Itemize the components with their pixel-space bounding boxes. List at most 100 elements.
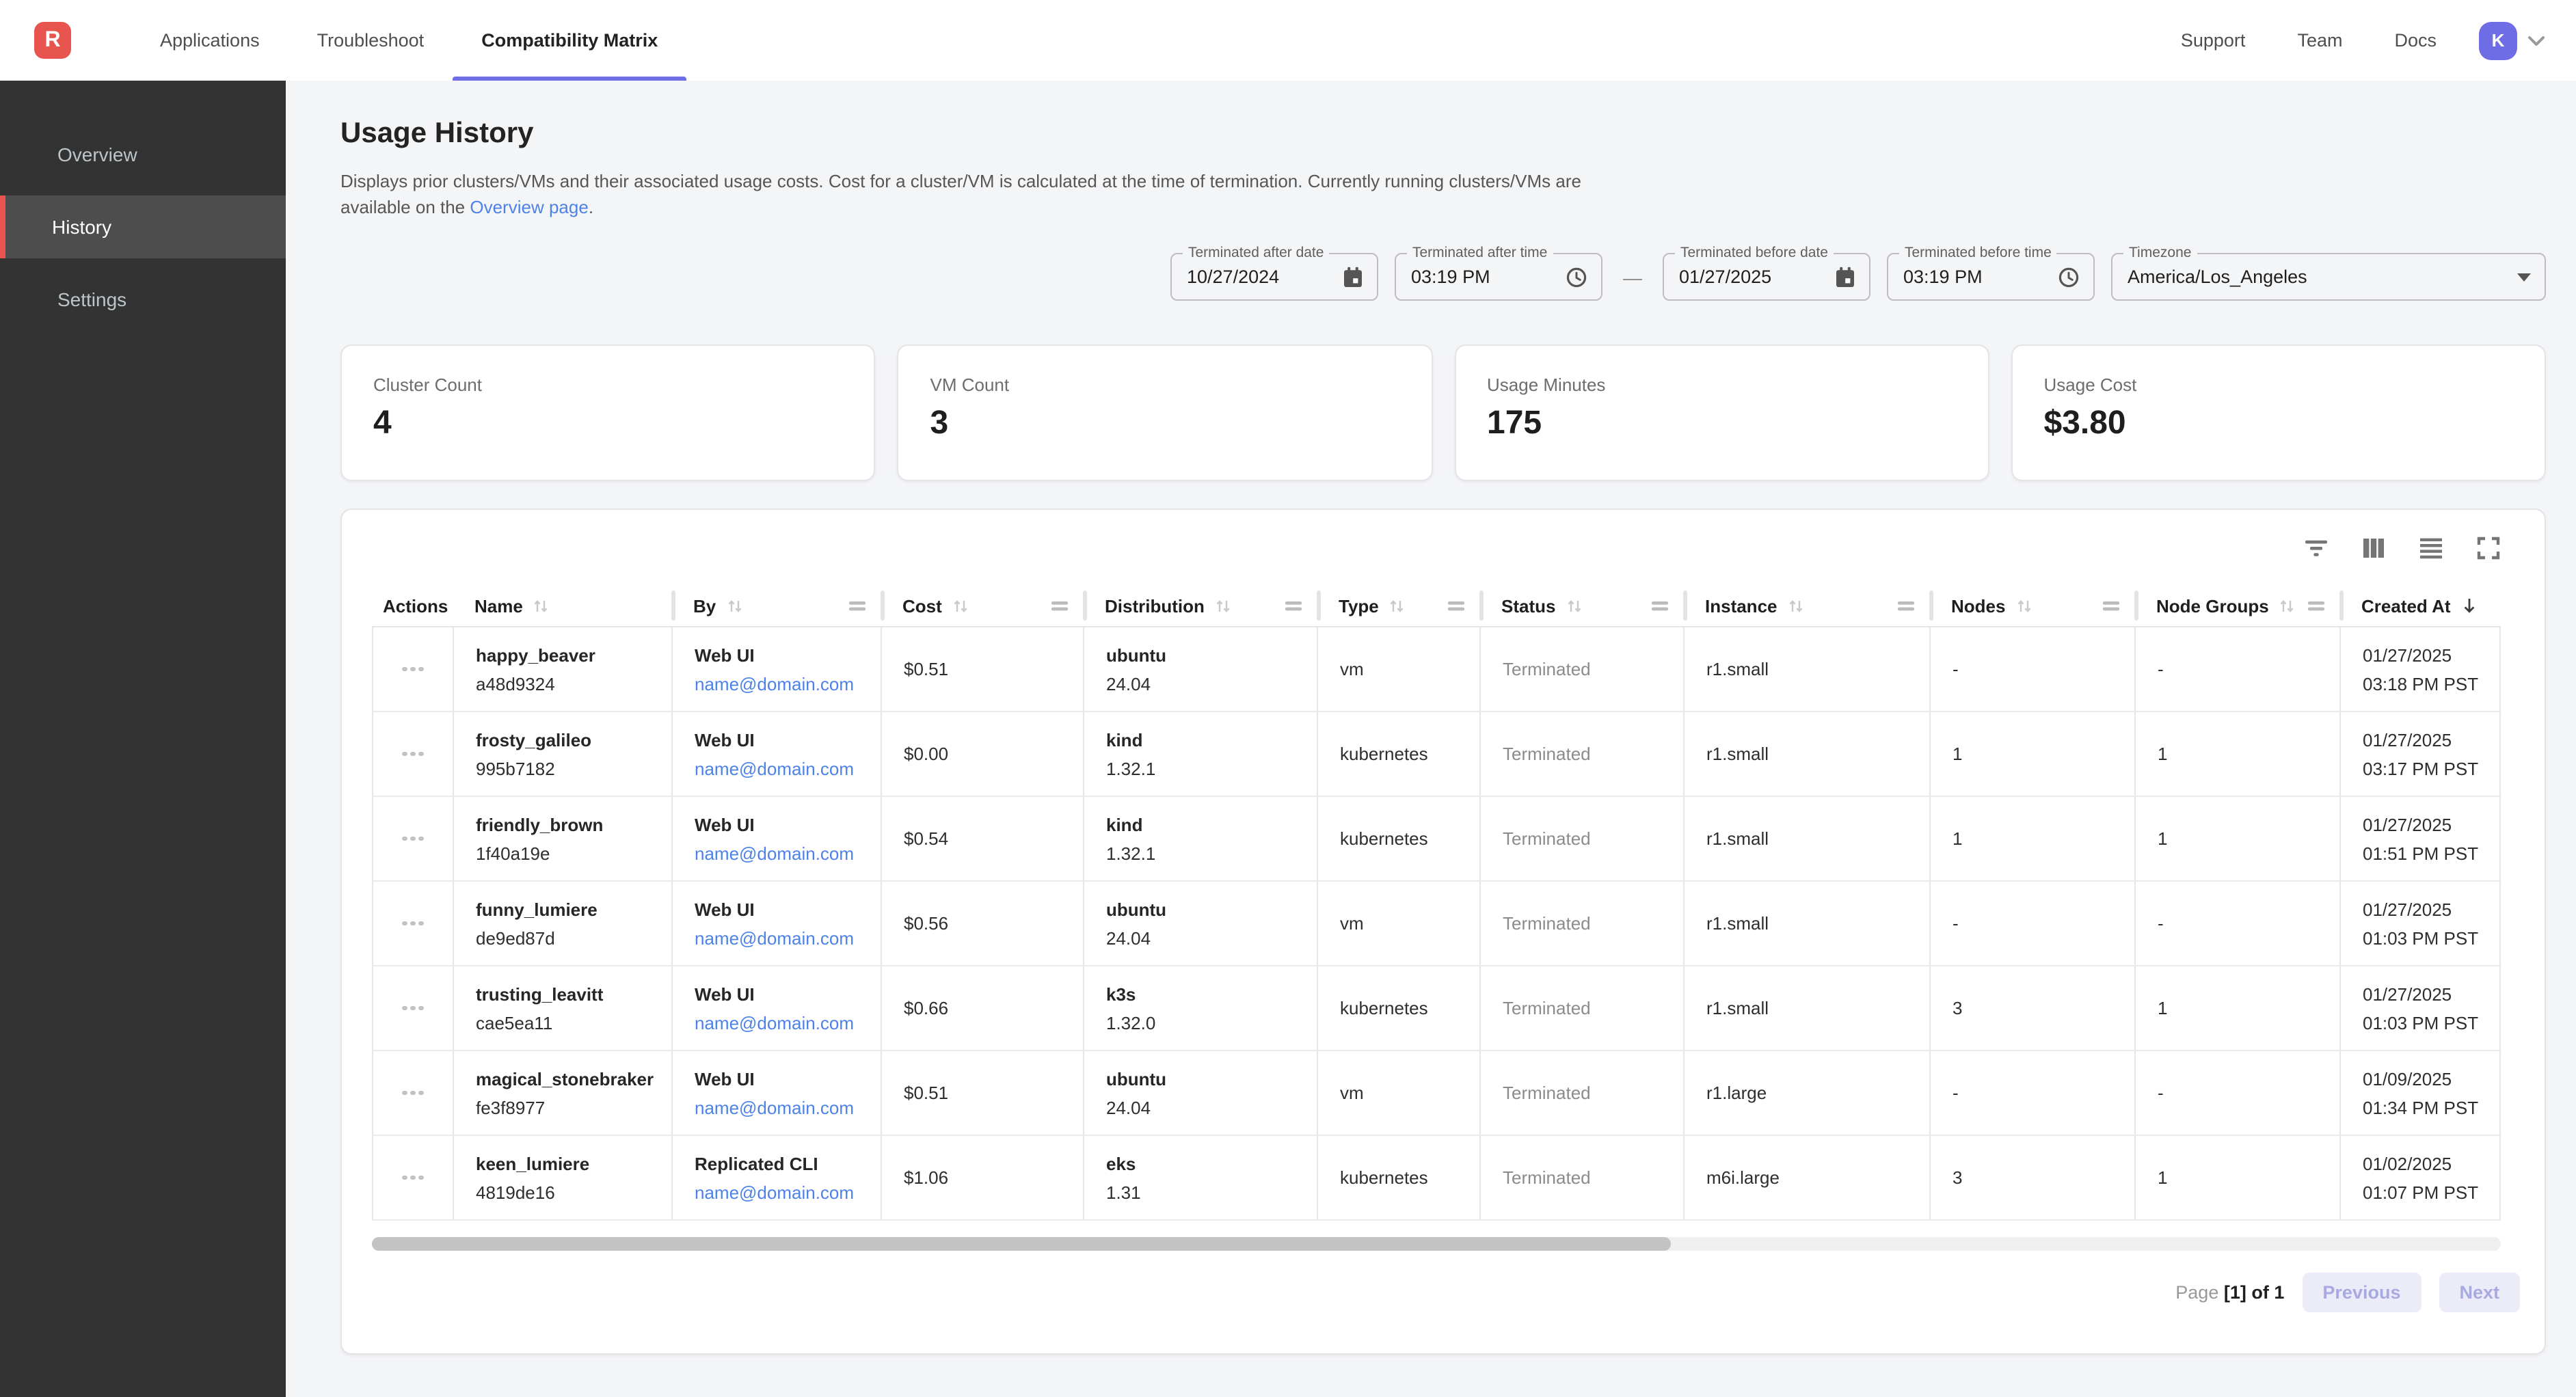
cell-distribution: ubuntu24.04	[1084, 1051, 1318, 1135]
clock-icon[interactable]	[2058, 266, 2080, 288]
cell-type: vm	[1318, 1051, 1481, 1135]
next-page-button[interactable]: Next	[2439, 1273, 2520, 1312]
stat-card-cluster-count: Cluster Count 4	[340, 344, 876, 481]
column-header-by[interactable]: By	[673, 585, 882, 626]
cell-instance: r1.small	[1685, 712, 1931, 796]
column-header-name[interactable]: Name	[454, 585, 673, 626]
cell-nodes: 1	[1931, 797, 2136, 880]
row-actions-button[interactable]	[397, 1083, 429, 1104]
column-menu-icon[interactable]	[2103, 601, 2119, 612]
column-header-distribution[interactable]: Distribution	[1084, 585, 1318, 626]
app-root: R Applications Troubleshoot Compatibilit…	[0, 0, 2576, 1397]
column-header-created-at[interactable]: Created At	[2341, 585, 2501, 626]
column-header-actions: Actions	[372, 585, 454, 626]
row-actions-button[interactable]	[397, 744, 429, 765]
cell-by: Web UIname@domain.com	[673, 712, 882, 796]
nav-link-docs[interactable]: Docs	[2368, 0, 2463, 81]
column-menu-icon[interactable]	[1448, 601, 1464, 612]
horizontal-scrollbar[interactable]	[372, 1237, 2501, 1251]
density-icon[interactable]	[2419, 535, 2443, 560]
tab-compatibility-matrix[interactable]: Compatibility Matrix	[453, 0, 686, 81]
column-menu-icon[interactable]	[849, 601, 866, 612]
email-link[interactable]: name@domain.com	[695, 1097, 881, 1117]
cell-status: Terminated	[1481, 1051, 1685, 1135]
column-menu-icon[interactable]	[1051, 601, 1068, 612]
cell-created-at: 01/27/202501:03 PM PST	[2341, 882, 2501, 965]
sort-icon	[1787, 597, 1805, 614]
top-navigation: R Applications Troubleshoot Compatibilit…	[0, 0, 2576, 81]
sort-icon	[1565, 597, 1583, 614]
table-row: magical_stonebrakerfe3f8977Web UIname@do…	[372, 1051, 2501, 1136]
email-link[interactable]: name@domain.com	[695, 758, 881, 778]
calendar-icon[interactable]	[1835, 266, 1855, 288]
terminated-before-date-input[interactable]: Terminated before date 01/27/2025	[1663, 253, 1870, 301]
previous-page-button[interactable]: Previous	[2302, 1273, 2421, 1312]
cell-nodes: 3	[1931, 966, 2136, 1050]
email-link[interactable]: name@domain.com	[695, 1012, 881, 1033]
calendar-icon[interactable]	[1343, 266, 1363, 288]
email-link[interactable]: name@domain.com	[695, 673, 881, 694]
tab-troubleshoot[interactable]: Troubleshoot	[289, 0, 453, 81]
cell-instance: r1.small	[1685, 966, 1931, 1050]
column-header-instance[interactable]: Instance	[1685, 585, 1931, 626]
cell-cost: $1.06	[882, 1136, 1084, 1219]
column-header-node-groups[interactable]: Node Groups	[2136, 585, 2341, 626]
cell-name: keen_lumiere4819de16	[454, 1136, 673, 1219]
chevron-down-icon	[2527, 31, 2546, 50]
columns-icon[interactable]	[2361, 535, 2386, 560]
stat-card-vm-count: VM Count 3	[898, 344, 1433, 481]
column-menu-icon[interactable]	[2308, 601, 2324, 612]
column-header-type[interactable]: Type	[1318, 585, 1481, 626]
tab-applications[interactable]: Applications	[131, 0, 289, 81]
row-actions-button[interactable]	[397, 998, 429, 1019]
scrollbar-thumb[interactable]	[372, 1237, 1671, 1251]
sort-icon	[952, 597, 969, 614]
row-actions-button[interactable]	[397, 913, 429, 934]
main-content: Usage History Displays prior clusters/VM…	[286, 81, 2576, 1397]
replicated-logo-icon[interactable]: R	[34, 22, 71, 59]
cell-actions	[372, 1051, 454, 1135]
email-link[interactable]: name@domain.com	[695, 927, 881, 948]
row-actions-button[interactable]	[397, 659, 429, 680]
stat-card-usage-cost: Usage Cost $3.80	[2011, 344, 2547, 481]
nav-spacer	[686, 0, 2155, 81]
cell-cost: $0.54	[882, 797, 1084, 880]
cell-node-groups: 1	[2136, 712, 2341, 796]
cell-by: Web UIname@domain.com	[673, 882, 882, 965]
sidebar-item-overview[interactable]: Overview	[0, 123, 286, 186]
timezone-select[interactable]: Timezone America/Los_Angeles	[2111, 253, 2546, 301]
filter-icon[interactable]	[2304, 535, 2329, 560]
sidebar-item-settings[interactable]: Settings	[0, 268, 286, 331]
avatar[interactable]: K	[2479, 21, 2517, 59]
nav-link-team[interactable]: Team	[2271, 0, 2368, 81]
cell-status: Terminated	[1481, 1136, 1685, 1219]
column-menu-icon[interactable]	[1898, 601, 1914, 612]
cell-cost: $0.00	[882, 712, 1084, 796]
filters-row: Terminated after date 10/27/2024 Termina…	[340, 253, 2546, 301]
table-row: happy_beavera48d9324Web UIname@domain.co…	[372, 627, 2501, 712]
cell-nodes: 1	[1931, 712, 2136, 796]
email-link[interactable]: name@domain.com	[695, 1182, 881, 1202]
email-link[interactable]: name@domain.com	[695, 843, 881, 863]
row-actions-button[interactable]	[397, 828, 429, 850]
grid-body: happy_beavera48d9324Web UIname@domain.co…	[372, 627, 2501, 1221]
column-menu-icon[interactable]	[1285, 601, 1302, 612]
column-header-nodes[interactable]: Nodes	[1931, 585, 2136, 626]
usage-table-card: ActionsNameByCostDistributionTypeStatusI…	[340, 508, 2546, 1355]
terminated-before-time-input[interactable]: Terminated before time 03:19 PM	[1887, 253, 2095, 301]
nav-link-support[interactable]: Support	[2155, 0, 2272, 81]
terminated-after-date-input[interactable]: Terminated after date 10/27/2024	[1170, 253, 1378, 301]
fullscreen-icon[interactable]	[2476, 535, 2501, 560]
sidebar-item-history[interactable]: History	[0, 195, 286, 258]
row-actions-button[interactable]	[397, 1167, 429, 1189]
sort-icon	[2015, 597, 2032, 614]
cell-name: funny_lumierede9ed87d	[454, 882, 673, 965]
cell-by: Web UIname@domain.com	[673, 966, 882, 1050]
account-menu[interactable]: K	[2463, 0, 2576, 81]
terminated-after-time-input[interactable]: Terminated after time 03:19 PM	[1395, 253, 1602, 301]
column-menu-icon[interactable]	[1652, 601, 1668, 612]
column-header-cost[interactable]: Cost	[882, 585, 1084, 626]
overview-page-link[interactable]: Overview page	[470, 197, 588, 217]
column-header-status[interactable]: Status	[1481, 585, 1685, 626]
clock-icon[interactable]	[1566, 266, 1587, 288]
